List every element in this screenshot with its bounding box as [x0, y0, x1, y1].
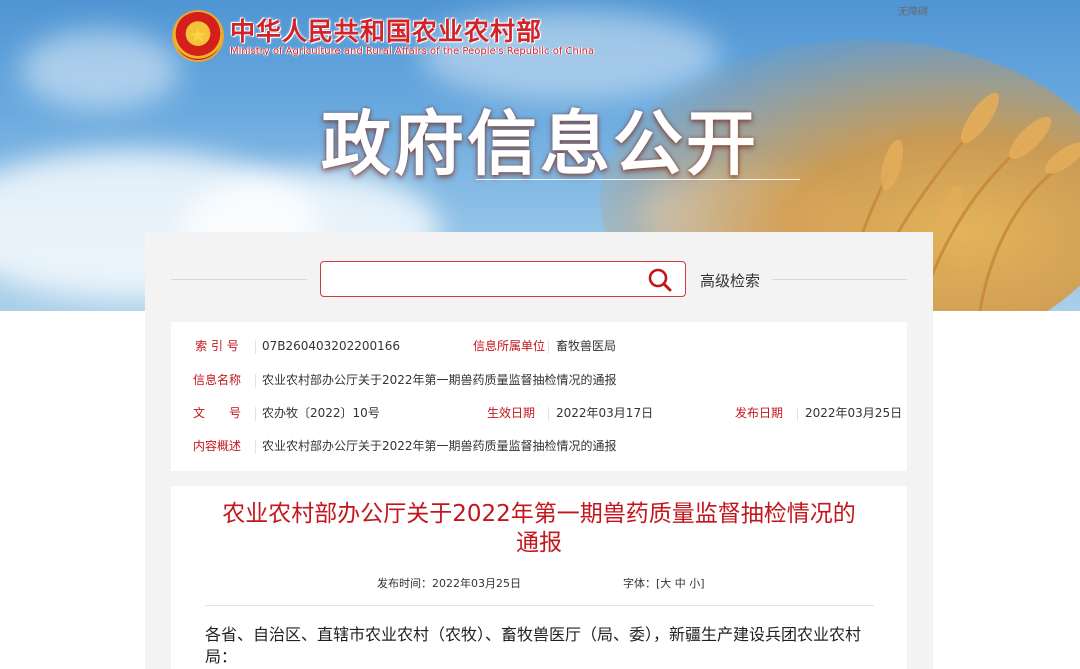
divider	[548, 407, 549, 421]
index-label: 索 引 号	[195, 339, 239, 353]
article: 农业农村部办公厅关于2022年第一期兽药质量监督抽检情况的通报 发布时间：202…	[171, 486, 907, 669]
unit-value: 畜牧兽医局	[556, 339, 617, 353]
meta-row: 文 号 农办牧〔2022〕10号 生效日期 2022年03月17日 发布日期 2…	[171, 397, 907, 430]
divider	[255, 440, 256, 454]
search-bar: 高级检索	[171, 259, 907, 301]
meta-row: 信息名称 农业农村部办公厅关于2022年第一期兽药质量监督抽检情况的通报	[171, 364, 907, 397]
unit-label: 信息所属单位	[472, 339, 545, 353]
effective-date-value: 2022年03月17日	[556, 406, 654, 420]
docno-label: 文 号	[192, 406, 241, 420]
search-input[interactable]	[331, 264, 645, 296]
font-size-small-button[interactable]: 小	[689, 577, 700, 590]
national-emblem-icon: ★	[174, 12, 222, 60]
summary-value: 农业农村部办公厅关于2022年第一期兽药质量监督抽检情况的通报	[262, 439, 617, 453]
divider	[797, 407, 798, 421]
advanced-search-link[interactable]: 高级检索	[700, 270, 760, 291]
font-size-control: 字体：[大 中 小]	[623, 575, 705, 591]
article-title: 农业农村部办公厅关于2022年第一期兽药质量监督抽检情况的通报	[222, 501, 856, 556]
meta-row: 内容概述 农业农村部办公厅关于2022年第一期兽药质量监督抽检情况的通报	[171, 430, 907, 463]
publish-time-label: 发布时间：	[377, 577, 432, 590]
font-size-large-button[interactable]: 大	[660, 577, 671, 590]
divider	[205, 605, 874, 606]
divider	[255, 340, 256, 354]
meta-row: 索 引 号 07B260403202200166 信息所属单位 畜牧兽医局	[171, 330, 907, 363]
document-metadata-table: 索 引 号 07B260403202200166 信息所属单位 畜牧兽医局 信息…	[171, 322, 907, 471]
site-subtitle-en: Ministry of Agriculture and Rural Affair…	[230, 46, 595, 57]
publish-time: 发布时间：2022年03月25日	[377, 575, 521, 591]
divider	[171, 279, 307, 280]
index-value: 07B260403202200166	[262, 339, 401, 353]
font-size-label: 字体：[	[623, 577, 661, 590]
font-size-medium-button[interactable]: 中	[675, 577, 686, 590]
accessibility-link[interactable]: 无障碍	[898, 3, 928, 18]
font-size-bracket: ]	[700, 577, 705, 590]
release-date-label: 发布日期	[734, 406, 783, 420]
summary-label: 内容概述	[192, 439, 241, 453]
divider	[548, 340, 549, 354]
docno-value: 农办牧〔2022〕10号	[262, 406, 380, 420]
search-box	[320, 261, 686, 297]
name-value: 农业农村部办公厅关于2022年第一期兽药质量监督抽检情况的通报	[262, 373, 617, 387]
search-icon[interactable]	[647, 267, 673, 293]
divider	[772, 279, 907, 280]
divider	[255, 374, 256, 388]
divider	[255, 407, 256, 421]
hero-divider	[476, 179, 800, 180]
site-title[interactable]: 中华人民共和国农业农村部	[230, 12, 542, 48]
effective-date-label: 生效日期	[486, 406, 535, 420]
name-label: 信息名称	[192, 373, 241, 387]
hero-title: 政府信息公开	[321, 103, 759, 185]
release-date-value: 2022年03月25日	[805, 406, 903, 420]
article-paragraph: 各省、自治区、直辖市农业农村（农牧）、畜牧兽医厅（局、委），新疆生产建设兵团农业…	[205, 625, 862, 666]
publish-time-value: 2022年03月25日	[432, 577, 521, 590]
